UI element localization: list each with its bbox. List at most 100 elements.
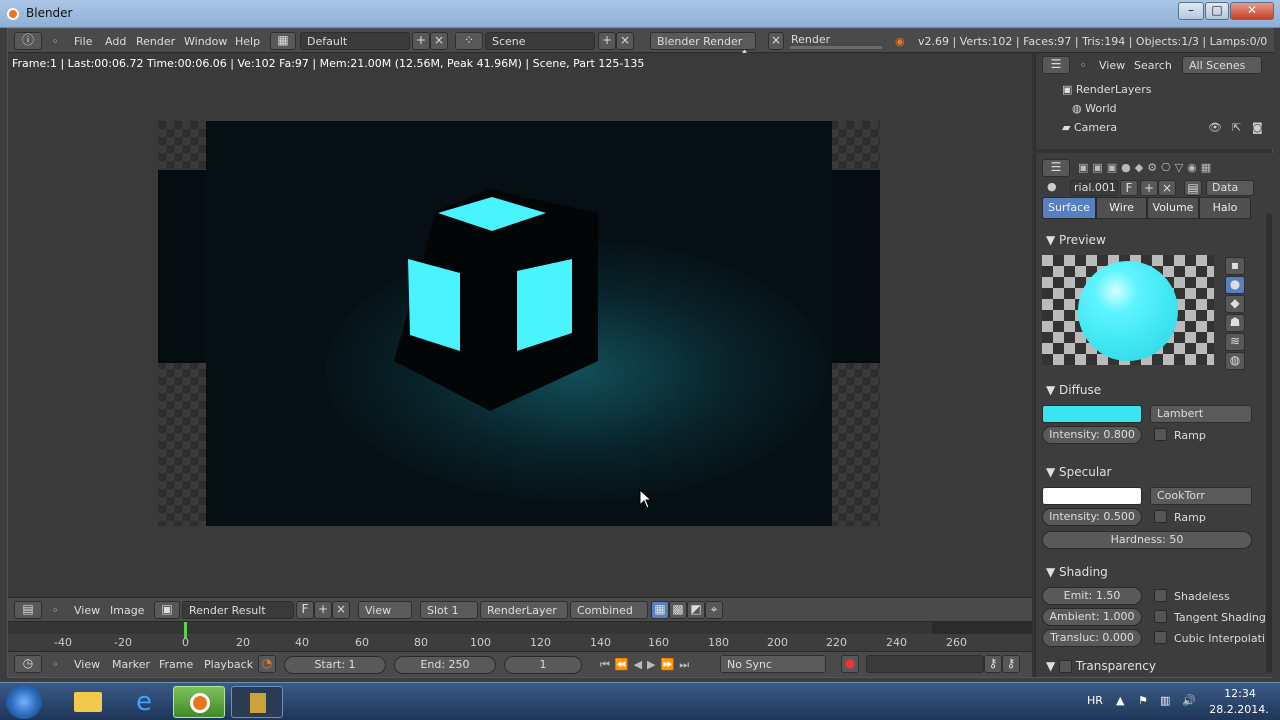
link-data-dropdown[interactable]: Data — [1206, 180, 1254, 196]
emit-slider[interactable]: Emit: 1.50 — [1042, 587, 1142, 605]
specular-intensity-slider[interactable]: Intensity: 0.500 — [1042, 508, 1142, 526]
menu-help[interactable]: Help — [235, 35, 260, 48]
tab-wire[interactable]: Wire — [1096, 197, 1147, 219]
fake-user-button[interactable]: F — [1120, 180, 1138, 196]
render-camera-icon[interactable]: ◙ — [1252, 121, 1263, 134]
keying-set-field[interactable] — [866, 655, 984, 673]
cubic-interpolation-checkbox[interactable] — [1154, 631, 1167, 644]
screen-layout-field[interactable]: Default — [300, 32, 410, 50]
preview-monkey-icon[interactable]: ☗ — [1225, 314, 1245, 332]
specular-panel-header[interactable]: ▼ Specular — [1046, 465, 1112, 479]
properties-editor-type-icon[interactable]: ☰ — [1042, 159, 1070, 177]
alpha-channel-icon[interactable]: ▩ — [669, 601, 687, 619]
pass-dropdown[interactable]: Combined — [570, 601, 648, 619]
diffuse-panel-header[interactable]: ▼ Diffuse — [1046, 383, 1101, 397]
render-engine-dropdown[interactable]: Blender Render ⬍ — [650, 32, 756, 61]
menu-render[interactable]: Render — [136, 35, 175, 48]
timeline-scrollbar[interactable] — [8, 622, 1032, 634]
properties-scrollbar[interactable] — [1266, 213, 1272, 673]
unlink-image-button[interactable]: × — [332, 601, 350, 619]
new-image-button[interactable]: + — [314, 601, 332, 619]
diffuse-ramp-checkbox[interactable] — [1154, 428, 1167, 441]
menu-image[interactable]: Image — [110, 604, 144, 617]
menu-search[interactable]: Search — [1134, 59, 1172, 72]
menu-window[interactable]: Window — [184, 35, 227, 48]
start-frame-field[interactable]: Start: 1 — [284, 656, 386, 674]
specular-color-swatch[interactable] — [1042, 487, 1142, 505]
add-scene-button[interactable]: + — [598, 32, 616, 50]
preview-hair-icon[interactable]: ≋ — [1225, 333, 1245, 351]
blender-taskbar-button[interactable] — [173, 686, 225, 718]
explorer-taskbar-icon[interactable] — [62, 686, 114, 718]
select-cursor-icon[interactable]: ⇱ — [1232, 121, 1241, 134]
tab-surface[interactable]: Surface — [1042, 197, 1096, 219]
outliner-editor-type-icon[interactable]: ☰ — [1042, 56, 1070, 74]
image-name-field[interactable]: Render Result — [182, 601, 294, 619]
preview-cube-icon[interactable]: ◆ — [1225, 295, 1245, 313]
volume-icon[interactable]: 🔊 — [1182, 694, 1196, 707]
menu-frame[interactable]: Frame — [159, 658, 193, 671]
shading-panel-header[interactable]: ▼ Shading — [1046, 565, 1108, 579]
outliner-item-camera[interactable]: ▰ Camera — [1062, 121, 1117, 134]
preview-panel-header[interactable]: ▼ Preview — [1046, 233, 1106, 247]
close-button[interactable]: ✕ — [1230, 2, 1274, 20]
browse-icon[interactable]: ▤ — [1184, 180, 1202, 196]
transparency-checkbox[interactable] — [1059, 660, 1073, 673]
unlink-material-button[interactable]: × — [1158, 180, 1176, 196]
maximize-button[interactable]: □ — [1205, 2, 1229, 20]
action-center-flag-icon[interactable]: ⚑ — [1138, 694, 1148, 707]
fake-user-button[interactable]: F — [296, 601, 314, 619]
timeline[interactable]: -40 -20 0 20 40 60 80 100 120 140 160 18… — [8, 621, 1032, 651]
show-hidden-icons-icon[interactable]: ▲ — [1116, 694, 1124, 707]
diffuse-shader-dropdown[interactable]: Lambert — [1150, 405, 1252, 423]
start-button[interactable] — [6, 685, 42, 719]
collapse-menu-icon[interactable]: ◦ — [52, 604, 59, 617]
specular-ramp-checkbox[interactable] — [1154, 510, 1167, 523]
preview-sphere-icon[interactable]: ● — [1225, 276, 1245, 294]
browse-image-icon[interactable]: ▣ — [154, 601, 180, 619]
properties-context-tabs-icon[interactable]: ▣▣▣●◆⚙⎔▽◉▦ — [1078, 161, 1215, 174]
outliner-filter-dropdown[interactable]: All Scenes — [1182, 56, 1262, 74]
outliner[interactable]: ☰ ◦ View Search All Scenes ▣ RenderLayer… — [1035, 53, 1274, 149]
collapse-menu-icon[interactable]: ◦ — [1080, 59, 1087, 72]
tab-volume[interactable]: Volume — [1147, 197, 1199, 219]
ambient-slider[interactable]: Ambient: 1.000 — [1042, 608, 1142, 626]
delete-keyframe-icon[interactable]: ⚷ — [1002, 655, 1020, 673]
timeline-editor-type-icon[interactable]: ◷ — [14, 655, 42, 673]
menu-add[interactable]: Add — [105, 35, 126, 48]
media-app-taskbar-button[interactable] — [231, 686, 283, 718]
draw-channels-icon[interactable]: ▦ — [651, 601, 669, 619]
properties-editor[interactable]: ☰ ▣▣▣●◆⚙⎔▽◉▦ ● rial.001 F + × ▤ Data Sur… — [1035, 153, 1274, 677]
end-frame-field[interactable]: End: 250 — [394, 656, 496, 674]
diffuse-color-swatch[interactable] — [1042, 405, 1142, 423]
internet-explorer-icon[interactable]: e — [118, 686, 170, 718]
visibility-eye-icon[interactable]: 👁 — [1208, 121, 1222, 134]
slot-dropdown[interactable]: Slot 1 — [420, 601, 478, 619]
language-indicator[interactable]: HR — [1087, 694, 1103, 707]
scene-field[interactable]: Scene — [485, 32, 595, 50]
view-dropdown[interactable]: View — [358, 601, 412, 619]
info-editor-type-icon[interactable]: ⓘ — [14, 32, 42, 50]
minimize-button[interactable]: – — [1178, 2, 1204, 20]
z-buffer-icon[interactable]: ◩ — [687, 601, 705, 619]
tab-halo[interactable]: Halo — [1199, 197, 1251, 219]
remove-screen-button[interactable]: × — [430, 32, 448, 50]
outliner-item-renderlayers[interactable]: ▣ RenderLayers — [1062, 83, 1151, 96]
translucency-slider[interactable]: Transluc: 0.000 — [1042, 629, 1142, 647]
menu-marker[interactable]: Marker — [112, 658, 150, 671]
render-layer-dropdown[interactable]: RenderLayer — [480, 601, 568, 619]
screen-layout-icon[interactable]: ▦ — [270, 32, 296, 50]
preview-sky-icon[interactable]: ◍ — [1225, 352, 1245, 370]
menu-view[interactable]: View — [74, 658, 100, 671]
add-screen-button[interactable]: + — [412, 32, 430, 50]
menu-playback[interactable]: Playback — [204, 658, 253, 671]
image-editor[interactable]: Frame:1 | Last:00:06.72 Time:00:06.06 | … — [8, 53, 1032, 621]
collapse-menu-icon[interactable]: ◦ — [52, 658, 59, 671]
shadeless-checkbox[interactable] — [1154, 589, 1167, 602]
hardness-slider[interactable]: Hardness: 50 — [1042, 531, 1252, 549]
material-name-field[interactable]: rial.001 — [1070, 180, 1118, 196]
remove-scene-button[interactable]: × — [616, 32, 634, 50]
tangent-shading-checkbox[interactable] — [1154, 610, 1167, 623]
image-editor-type-icon[interactable]: ▤ — [14, 601, 42, 619]
outliner-item-world[interactable]: ◍ World — [1072, 102, 1117, 115]
